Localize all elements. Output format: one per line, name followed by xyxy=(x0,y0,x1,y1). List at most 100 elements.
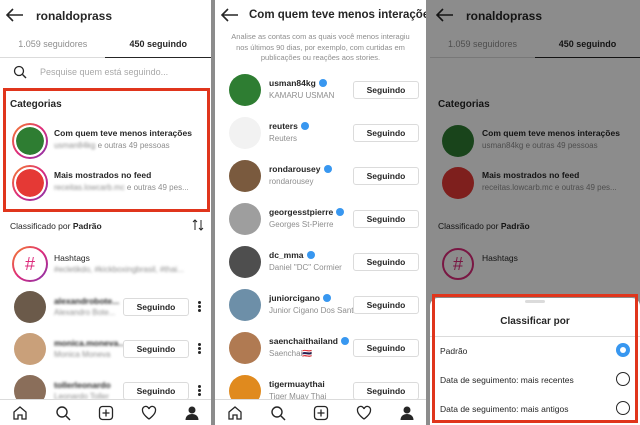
hashtags-row[interactable]: # Hashtags #ecletikdo, #kickboxingbrasil… xyxy=(0,244,211,284)
username-text: usman84kg xyxy=(269,78,316,88)
row-username: tollerleonardo xyxy=(54,380,111,390)
account-name: Junior Cigano Dos Santos xyxy=(269,306,362,315)
avatar xyxy=(14,125,46,157)
blurred-username: usman84kg xyxy=(54,141,96,150)
avatar xyxy=(229,246,261,278)
category-sub: receitas.lowcarb.mc e outras 49 pes... xyxy=(54,183,189,192)
username-text: reuters xyxy=(269,121,298,131)
avatar xyxy=(229,117,261,149)
search-bar[interactable]: Pesquise quem está seguindo... xyxy=(8,63,203,83)
avatar xyxy=(14,333,46,365)
category-count: e outras 49 pessoas xyxy=(97,141,170,150)
account-username: dc_mma xyxy=(269,250,315,260)
tab-followers[interactable]: 1.059 seguidores xyxy=(0,39,106,49)
verified-icon xyxy=(323,165,332,173)
following-button[interactable]: Seguindo xyxy=(353,382,419,400)
following-button[interactable]: Seguindo xyxy=(353,124,419,142)
username-text: tigermuaythai xyxy=(269,379,325,389)
search-input[interactable]: Pesquise quem está seguindo... xyxy=(40,67,168,77)
category-sub: usman84kg e outras 49 pessoas xyxy=(54,141,170,150)
account-row[interactable]: georgesstpierre Georges St-Pierre Seguindo xyxy=(215,199,426,239)
avatar xyxy=(229,74,261,106)
more-icon[interactable] xyxy=(198,300,202,314)
following-row[interactable]: monica.moneva... Monica Moneva Seguindo xyxy=(0,329,211,369)
home-icon[interactable] xyxy=(227,405,243,421)
profile-icon[interactable] xyxy=(184,405,200,421)
highlight-box xyxy=(432,294,638,423)
category-least-interacted[interactable]: Com quem teve menos interações usman84kg… xyxy=(0,121,211,161)
hashtag-icon: # xyxy=(14,248,46,280)
sort-label: Classificado por xyxy=(10,221,71,231)
avatar xyxy=(14,167,46,199)
verified-icon xyxy=(340,337,349,345)
account-username: georgesstpierre xyxy=(269,207,345,217)
back-arrow-icon[interactable] xyxy=(221,8,239,22)
row-name: Monica Moneva xyxy=(54,350,111,359)
verified-icon xyxy=(318,79,327,87)
profile-username: ronaldoprass xyxy=(36,9,113,23)
section-title: Categorias xyxy=(10,99,62,110)
follow-tabs: 1.059 seguidores 450 seguindo xyxy=(0,32,211,58)
add-icon[interactable] xyxy=(313,405,329,421)
category-title: Mais mostrados no feed xyxy=(54,170,152,180)
account-row[interactable]: reuters Reuters Seguindo xyxy=(215,113,426,153)
account-username: rondarousey xyxy=(269,164,332,174)
row-username: alexandrobote... xyxy=(54,296,120,306)
more-icon[interactable] xyxy=(198,342,202,356)
account-name: Reuters xyxy=(269,134,298,143)
username-text: rondarousey xyxy=(269,164,321,174)
sort-icon[interactable] xyxy=(192,219,204,231)
username-text: saenchaithailand xyxy=(269,336,338,346)
following-button[interactable]: Seguindo xyxy=(123,298,189,316)
following-button[interactable]: Seguindo xyxy=(353,339,419,357)
following-button[interactable]: Seguindo xyxy=(353,81,419,99)
hashtags-title: Hashtags xyxy=(54,253,90,263)
avatar xyxy=(229,160,261,192)
verified-icon xyxy=(306,251,315,259)
following-button[interactable]: Seguindo xyxy=(353,210,419,228)
search-nav-icon[interactable] xyxy=(55,405,71,421)
following-button[interactable]: Seguindo xyxy=(123,340,189,358)
account-row[interactable]: dc_mma Daniel "DC" Cormier Seguindo xyxy=(215,242,426,282)
back-arrow-icon[interactable] xyxy=(6,8,24,22)
tab-indicator xyxy=(105,57,211,58)
blurred-username: receitas.lowcarb.mc xyxy=(54,183,125,192)
tab-following[interactable]: 450 seguindo xyxy=(106,39,212,49)
least-interacted-screen: Com quem teve menos interações Analise a… xyxy=(215,0,426,425)
row-username: monica.moneva... xyxy=(54,338,126,348)
verified-icon xyxy=(300,122,309,130)
heart-icon[interactable] xyxy=(356,405,372,421)
account-name: Daniel "DC" Cormier xyxy=(269,263,342,272)
account-row[interactable]: juniorcigano Junior Cigano Dos Santos Segu… xyxy=(215,285,426,325)
account-username: usman84kg xyxy=(269,78,327,88)
add-icon[interactable] xyxy=(98,405,114,421)
following-button[interactable]: Seguindo xyxy=(353,296,419,314)
following-button[interactable]: Seguindo xyxy=(123,382,189,400)
heart-icon[interactable] xyxy=(141,405,157,421)
home-icon[interactable] xyxy=(12,405,28,421)
following-button[interactable]: Seguindo xyxy=(353,253,419,271)
header: ronaldoprass xyxy=(0,0,211,32)
verified-icon xyxy=(323,294,331,302)
hashtags-sub: #ecletikdo, #kickboxingbrasil, #thai... xyxy=(54,265,184,274)
screen-title: Com quem teve menos interações xyxy=(249,9,426,21)
profile-icon[interactable] xyxy=(399,405,415,421)
category-title: Com quem teve menos interações xyxy=(54,128,192,138)
account-row[interactable]: usman84kg KAMARU USMAN Seguindo xyxy=(215,70,426,110)
screen-description: Analise as contas com as quais você meno… xyxy=(231,32,410,62)
avatar xyxy=(229,289,261,321)
following-row[interactable]: alexandrobote... Alexandro Bote... Segui… xyxy=(0,287,211,327)
username-text: dc_mma xyxy=(269,250,304,260)
verified-icon xyxy=(336,208,345,216)
row-name: Alexandro Bote... xyxy=(54,308,116,317)
account-name: Georges St-Pierre xyxy=(269,220,334,229)
account-name: Saenchai🇹🇭 xyxy=(269,349,313,358)
account-username: reuters xyxy=(269,121,309,131)
account-row[interactable]: saenchaithailand Saenchai🇹🇭 Seguindo xyxy=(215,328,426,368)
search-nav-icon[interactable] xyxy=(270,405,286,421)
avatar xyxy=(229,332,261,364)
following-button[interactable]: Seguindo xyxy=(353,167,419,185)
category-most-shown[interactable]: Mais mostrados no feed receitas.lowcarb.… xyxy=(0,163,211,203)
more-icon[interactable] xyxy=(198,384,202,398)
account-row[interactable]: rondarousey rondarousey Seguindo xyxy=(215,156,426,196)
